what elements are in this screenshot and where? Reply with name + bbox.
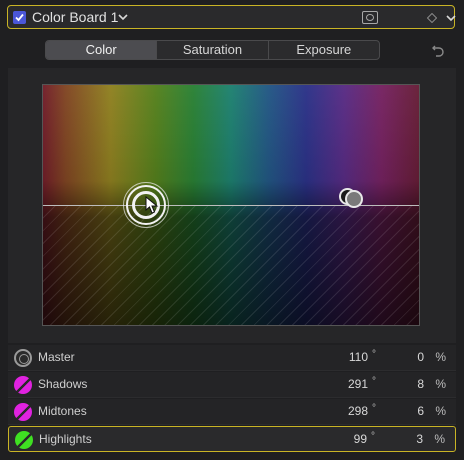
angle-value[interactable]: 99: [354, 432, 367, 446]
row-label: Midtones: [38, 404, 87, 418]
enable-checkbox[interactable]: [13, 11, 26, 24]
effect-header: Color Board 1: [7, 5, 456, 29]
tab-color[interactable]: Color: [46, 41, 158, 59]
keyframe-diamond-icon[interactable]: [427, 13, 437, 23]
row-master[interactable]: Master 110 ° 0 %: [8, 345, 456, 371]
midtones-puck[interactable]: [345, 190, 363, 208]
effect-title[interactable]: Color Board 1: [32, 9, 118, 25]
row-shadows[interactable]: Shadows 291 ° 8 %: [8, 372, 456, 398]
zero-axis-line: [43, 205, 419, 206]
color-board[interactable]: [42, 84, 420, 326]
degree-unit: °: [372, 349, 376, 360]
degree-unit: °: [372, 403, 376, 414]
percent-value[interactable]: 6: [417, 404, 424, 418]
pointer-cursor-icon: [145, 196, 159, 214]
row-label: Shadows: [38, 377, 88, 391]
percent-unit: %: [434, 432, 445, 446]
row-highlights[interactable]: Highlights 99 ° 3 %: [8, 426, 456, 452]
angle-value[interactable]: 110: [349, 350, 368, 364]
percent-unit: %: [435, 377, 446, 391]
percent-unit: %: [435, 404, 446, 418]
degree-unit: °: [372, 376, 376, 387]
highlights-swatch-icon: [15, 431, 33, 449]
negative-zone-hatch: [43, 206, 419, 325]
row-midtones[interactable]: Midtones 298 ° 6 %: [8, 399, 456, 425]
mask-icon[interactable]: [362, 11, 378, 24]
checkmark-icon: [15, 13, 24, 22]
percent-value[interactable]: 0: [417, 350, 424, 364]
options-chevron-icon[interactable]: [446, 13, 456, 23]
row-label: Highlights: [39, 432, 92, 446]
midtones-swatch-icon: [14, 403, 32, 421]
percent-unit: %: [435, 350, 446, 364]
shadows-swatch-icon: [14, 376, 32, 394]
percent-value[interactable]: 3: [416, 432, 423, 446]
tab-saturation[interactable]: Saturation: [157, 41, 269, 59]
master-ring-icon: [14, 349, 32, 367]
row-label: Master: [38, 350, 75, 364]
angle-value[interactable]: 298: [348, 404, 368, 418]
angle-value[interactable]: 291: [348, 377, 368, 391]
color-board-tabs: Color Saturation Exposure: [45, 40, 380, 60]
reset-icon[interactable]: [431, 43, 445, 57]
tab-exposure[interactable]: Exposure: [269, 41, 379, 59]
percent-value[interactable]: 8: [417, 377, 424, 391]
puck-values-list: Master 110 ° 0 % Shadows 291 ° 8 % Midto…: [8, 345, 456, 453]
chevron-down-icon[interactable]: [118, 12, 128, 22]
degree-unit: °: [371, 431, 375, 442]
